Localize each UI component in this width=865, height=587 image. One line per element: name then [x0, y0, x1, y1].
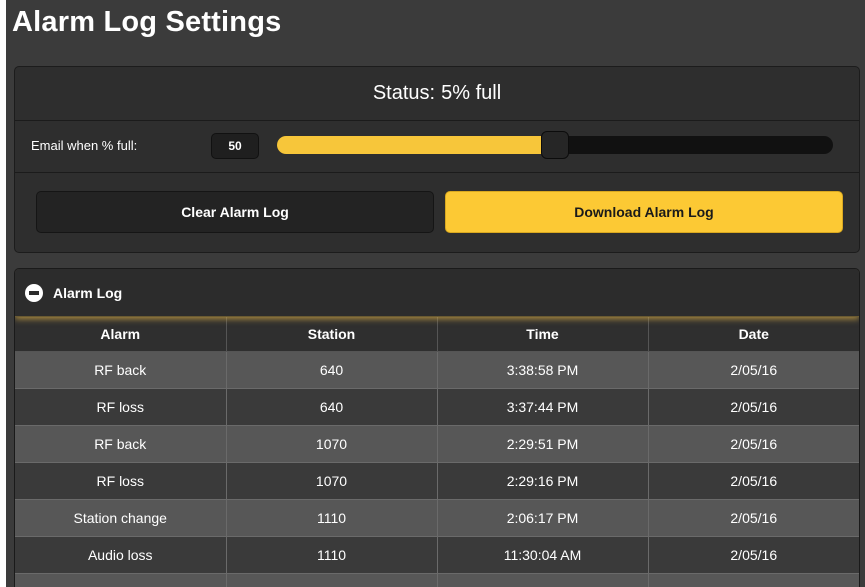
table-row: RF loss 640 3:37:44 PM 2/05/16: [15, 388, 859, 426]
cell-station: 1110: [225, 499, 438, 537]
cell-time: 10:28:40 AM: [436, 573, 649, 587]
cell-time: 11:30:04 AM: [436, 536, 649, 574]
cell-station: 1110: [225, 536, 438, 574]
table-row: RF back 1070 2:29:51 PM 2/05/16: [15, 425, 859, 463]
email-threshold-label: Email when % full:: [31, 138, 138, 153]
cell-alarm: RF loss: [15, 388, 227, 426]
cell-time: 2:29:51 PM: [436, 425, 649, 463]
table-row: Station change 1110 2:06:17 PM 2/05/16: [15, 499, 859, 537]
cell-alarm: Station change: [15, 499, 227, 537]
cell-station: 1070: [225, 462, 438, 500]
cell-date: 2/05/16: [647, 536, 859, 574]
alarm-log-section: Alarm Log Alarm Station Time Date RF bac…: [14, 268, 860, 587]
column-header-date: Date: [647, 317, 859, 352]
slider-fill: [277, 136, 555, 154]
status-row: Status: 5% full: [15, 67, 859, 121]
table-row: RF loss 1070 2:29:16 PM 2/05/16: [15, 462, 859, 500]
column-header-station: Station: [225, 317, 438, 352]
cell-station: 640: [225, 351, 438, 389]
cell-date: 2/05/16: [647, 351, 859, 389]
button-row: Clear Alarm Log Download Alarm Log: [15, 173, 859, 252]
clear-alarm-log-button[interactable]: Clear Alarm Log: [36, 191, 434, 233]
column-header-time: Time: [436, 317, 649, 352]
table-header-row: Alarm Station Time Date: [15, 317, 859, 352]
table-row: Audio loss 1110 11:30:04 AM 2/05/16: [15, 536, 859, 574]
cell-station: 1110: [225, 573, 438, 587]
minus-circle-icon[interactable]: [25, 284, 43, 302]
cell-date: 2/05/16: [647, 573, 859, 587]
cell-alarm: RF loss: [15, 462, 227, 500]
cell-alarm: Audio loss: [15, 536, 227, 574]
email-threshold-value[interactable]: 50: [211, 133, 259, 159]
cell-alarm: RF back: [15, 351, 227, 389]
cell-station: 640: [225, 388, 438, 426]
slider-thumb[interactable]: [541, 131, 569, 159]
table-row: RF back 640 3:38:58 PM 2/05/16: [15, 351, 859, 389]
alarm-log-settings-panel: Alarm Log Settings Status: 5% full Email…: [6, 0, 865, 587]
cell-alarm: Station change: [15, 573, 227, 587]
email-threshold-row: Email when % full: 50: [15, 121, 859, 173]
cell-time: 2:06:17 PM: [436, 499, 649, 537]
cell-date: 2/05/16: [647, 462, 859, 500]
page-title: Alarm Log Settings: [12, 6, 282, 38]
status-value: 5% full: [441, 82, 502, 104]
status-label: Status:: [372, 82, 436, 104]
alarm-log-header[interactable]: Alarm Log: [15, 269, 859, 317]
table-row: Station change 1110 10:28:40 AM 2/05/16: [15, 573, 859, 587]
download-alarm-log-button[interactable]: Download Alarm Log: [445, 191, 843, 233]
cell-date: 2/05/16: [647, 388, 859, 426]
alarm-log-table: Alarm Station Time Date RF back 640 3:38…: [15, 317, 859, 587]
cell-date: 2/05/16: [647, 499, 859, 537]
cell-alarm: RF back: [15, 425, 227, 463]
cell-date: 2/05/16: [647, 425, 859, 463]
cell-time: 2:29:16 PM: [436, 462, 649, 500]
cell-station: 1070: [225, 425, 438, 463]
email-threshold-slider[interactable]: [277, 131, 833, 159]
cell-time: 3:37:44 PM: [436, 388, 649, 426]
alarm-log-title: Alarm Log: [53, 285, 123, 301]
column-header-alarm: Alarm: [15, 317, 227, 352]
cell-time: 3:38:58 PM: [436, 351, 649, 389]
settings-box: Status: 5% full Email when % full: 50 Cl…: [14, 66, 860, 253]
